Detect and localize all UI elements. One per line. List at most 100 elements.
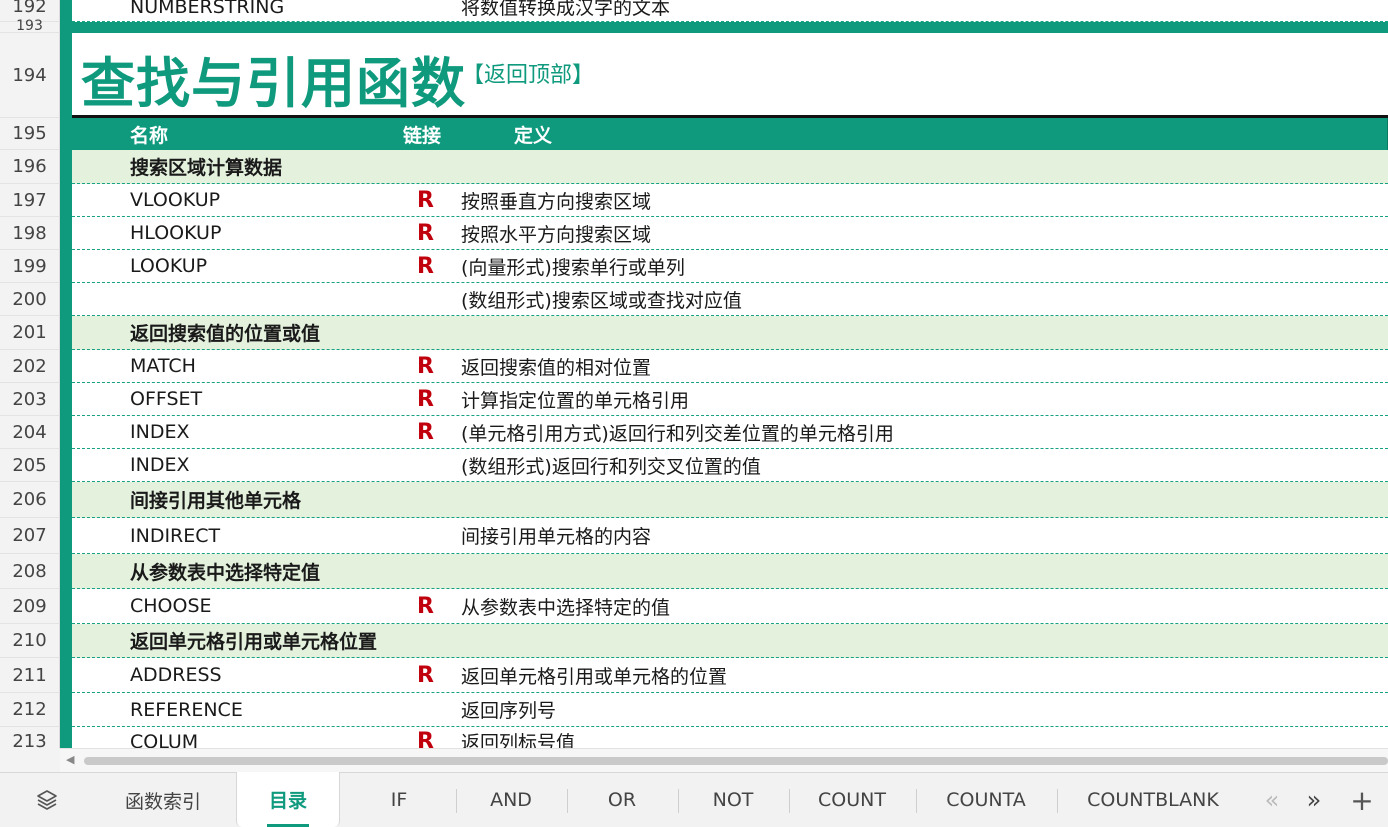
reference-link[interactable]: R	[417, 727, 434, 748]
row-header[interactable]: 211	[0, 658, 60, 693]
function-definition[interactable]: 将数值转换成汉字的文本	[461, 0, 670, 21]
function-definition[interactable]: 返回搜索值的相对位置	[461, 350, 651, 382]
category-row[interactable]: 210 返回单元格引用或单元格位置	[0, 624, 1388, 658]
tab-function-index[interactable]: 函数索引	[96, 773, 230, 827]
row-header[interactable]: 209	[0, 589, 60, 624]
double-chevron-left-icon[interactable]: «	[1256, 783, 1288, 817]
function-definition[interactable]: 返回单元格引用或单元格的位置	[461, 658, 727, 692]
function-name[interactable]: NUMBERSTRING	[130, 0, 284, 21]
function-name[interactable]: ADDRESS	[130, 658, 222, 692]
row-header[interactable]: 193	[0, 19, 60, 33]
function-definition[interactable]: 返回列标号值	[461, 727, 575, 748]
tab-countblank[interactable]: COUNTBLANK	[1058, 773, 1248, 827]
function-name[interactable]: INDEX	[130, 416, 189, 448]
row-header[interactable]: 206	[0, 482, 60, 518]
table-row[interactable]: 212 REFERENCE 返回序列号	[0, 693, 1388, 727]
category-label[interactable]: 搜索区域计算数据	[130, 150, 282, 183]
row-header[interactable]: 195	[0, 118, 60, 150]
row-header[interactable]: 212	[0, 693, 60, 727]
table-row[interactable]: 197 VLOOKUP R 按照垂直方向搜索区域	[0, 184, 1388, 217]
category-row[interactable]: 206 间接引用其他单元格	[0, 482, 1388, 518]
row-header[interactable]: 205	[0, 449, 60, 482]
table-row[interactable]: 199 LOOKUP R (向量形式)搜索单行或单列	[0, 250, 1388, 283]
row-header[interactable]: 202	[0, 350, 60, 383]
function-definition[interactable]: (单元格引用方式)返回行和列交差位置的单元格引用	[461, 416, 894, 448]
function-name[interactable]: OFFSET	[130, 383, 202, 415]
row-header[interactable]: 210	[0, 624, 60, 658]
function-definition[interactable]: (数组形式)搜索区域或查找对应值	[461, 283, 742, 315]
row-header[interactable]: 203	[0, 383, 60, 416]
category-label[interactable]: 返回搜索值的位置或值	[130, 316, 320, 349]
table-row[interactable]: 213 COLUM R 返回列标号值	[0, 727, 1388, 748]
row-header[interactable]: 197	[0, 184, 60, 217]
back-to-top-link[interactable]: 【返回顶部】	[462, 57, 594, 89]
row-header[interactable]: 208	[0, 554, 60, 589]
tab-if[interactable]: IF	[344, 773, 454, 827]
table-row[interactable]: 207 INDIRECT 间接引用单元格的内容	[0, 518, 1388, 554]
function-definition[interactable]: 返回序列号	[461, 693, 556, 726]
function-name[interactable]: VLOOKUP	[130, 184, 220, 216]
table-row[interactable]: 193	[0, 19, 1388, 33]
table-row[interactable]: 192 NUMBERSTRING 将数值转换成汉字的文本	[0, 0, 1388, 22]
reference-link[interactable]: R	[417, 416, 434, 448]
tab-not[interactable]: NOT	[679, 773, 787, 827]
row-header[interactable]: 199	[0, 250, 60, 283]
table-row[interactable]: 209 CHOOSE R 从参数表中选择特定的值	[0, 589, 1388, 624]
reference-link[interactable]: R	[417, 383, 434, 415]
row-header[interactable]: 194	[0, 33, 60, 118]
row-header[interactable]: 207	[0, 518, 60, 554]
function-name[interactable]: REFERENCE	[130, 693, 243, 726]
layers-icon[interactable]	[28, 783, 66, 817]
function-definition[interactable]: 间接引用单元格的内容	[461, 518, 651, 553]
table-row[interactable]: 198 HLOOKUP R 按照水平方向搜索区域	[0, 217, 1388, 250]
function-definition[interactable]: 计算指定位置的单元格引用	[461, 383, 689, 415]
table-row[interactable]: 202 MATCH R 返回搜索值的相对位置	[0, 350, 1388, 383]
function-name[interactable]: COLUM	[130, 727, 198, 749]
function-definition[interactable]: (数组形式)返回行和列交叉位置的值	[461, 449, 761, 481]
row-header[interactable]: 204	[0, 416, 60, 449]
table-row[interactable]: 205 INDEX (数组形式)返回行和列交叉位置的值	[0, 449, 1388, 482]
tab-or[interactable]: OR	[568, 773, 676, 827]
tab-contents[interactable]: 目录	[236, 772, 340, 827]
spreadsheet-grid[interactable]: 192 NUMBERSTRING 将数值转换成汉字的文本 193 194 查找与…	[0, 0, 1388, 748]
table-row[interactable]: 200 (数组形式)搜索区域或查找对应值	[0, 283, 1388, 316]
table-row[interactable]: 211 ADDRESS R 返回单元格引用或单元格的位置	[0, 658, 1388, 693]
function-name[interactable]: HLOOKUP	[130, 217, 221, 249]
function-name[interactable]: LOOKUP	[130, 250, 207, 282]
category-row[interactable]: 208 从参数表中选择特定值	[0, 554, 1388, 589]
reference-link[interactable]: R	[417, 217, 434, 249]
function-definition[interactable]: (向量形式)搜索单行或单列	[461, 250, 685, 282]
function-definition[interactable]: 按照垂直方向搜索区域	[461, 184, 651, 216]
row-header[interactable]: 201	[0, 316, 60, 350]
category-label[interactable]: 间接引用其他单元格	[130, 482, 301, 517]
function-definition[interactable]: 从参数表中选择特定的值	[461, 589, 670, 623]
plus-icon[interactable]: +	[1344, 783, 1380, 817]
category-row[interactable]: 201 返回搜索值的位置或值	[0, 316, 1388, 350]
table-row[interactable]: 203 OFFSET R 计算指定位置的单元格引用	[0, 383, 1388, 416]
function-name[interactable]: INDIRECT	[130, 518, 220, 553]
reference-link[interactable]: R	[417, 658, 434, 692]
function-name[interactable]: INDEX	[130, 449, 189, 481]
function-name[interactable]: CHOOSE	[130, 589, 212, 623]
function-definition[interactable]: 按照水平方向搜索区域	[461, 217, 651, 249]
reference-link[interactable]: R	[417, 250, 434, 282]
table-row[interactable]: 204 INDEX R (单元格引用方式)返回行和列交差位置的单元格引用	[0, 416, 1388, 449]
row-header[interactable]: 213	[0, 727, 60, 748]
reference-link[interactable]: R	[417, 350, 434, 382]
tab-count[interactable]: COUNT	[790, 773, 914, 827]
section-title-row[interactable]: 194 查找与引用函数 【返回顶部】	[0, 33, 1388, 118]
scroll-left-arrow-icon[interactable]: ◀	[66, 753, 74, 766]
horizontal-scrollbar[interactable]: ◀	[60, 748, 1388, 772]
scrollbar-thumb[interactable]	[84, 757, 1388, 765]
category-row[interactable]: 196 搜索区域计算数据	[0, 150, 1388, 184]
row-header[interactable]: 200	[0, 283, 60, 316]
category-label[interactable]: 返回单元格引用或单元格位置	[130, 624, 377, 657]
row-header[interactable]: 196	[0, 150, 60, 184]
reference-link[interactable]: R	[417, 184, 434, 216]
category-label[interactable]: 从参数表中选择特定值	[130, 554, 320, 588]
tab-and[interactable]: AND	[457, 773, 565, 827]
double-chevron-right-icon[interactable]: »	[1298, 783, 1330, 817]
reference-link[interactable]: R	[417, 589, 434, 623]
row-header[interactable]: 198	[0, 217, 60, 250]
function-name[interactable]: MATCH	[130, 350, 196, 382]
